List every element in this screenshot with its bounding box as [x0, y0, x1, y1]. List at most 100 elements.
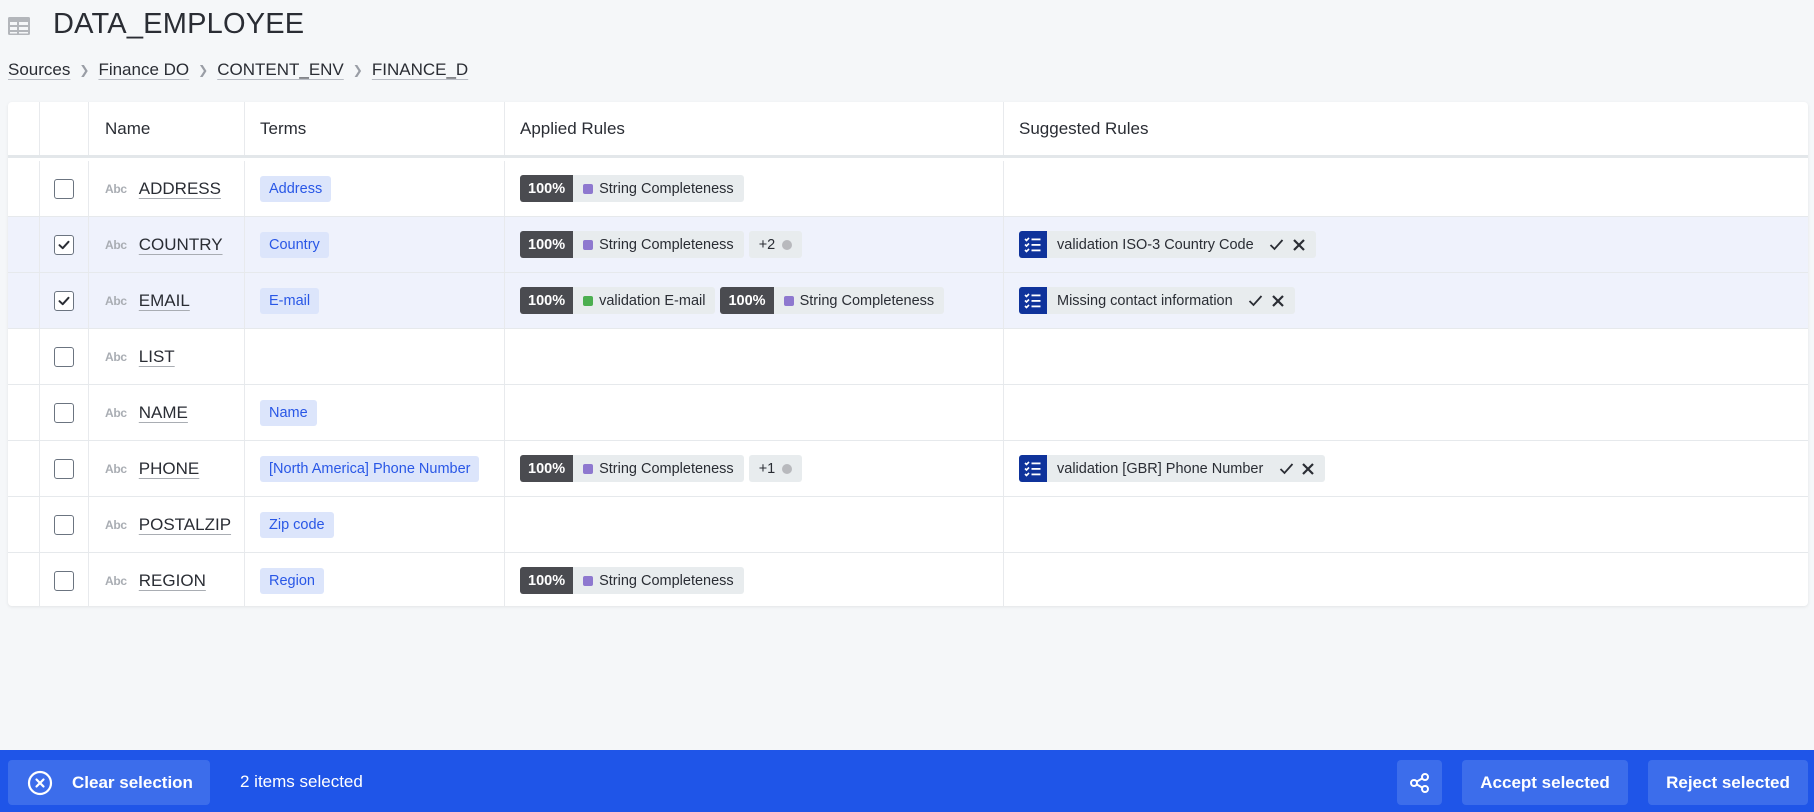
- accept-suggestion-button[interactable]: [1275, 455, 1297, 482]
- table-row[interactable]: Abc PHONE [North America] Phone Number 100%…: [8, 441, 1808, 497]
- accept-suggestion-button[interactable]: [1266, 231, 1288, 258]
- row-select-cell: [40, 553, 89, 606]
- more-rules-chip[interactable]: +2: [748, 231, 803, 258]
- applied-rule-chip[interactable]: 100% String Completeness: [520, 231, 744, 258]
- row-checkbox[interactable]: [54, 514, 74, 535]
- row-checkbox[interactable]: [54, 178, 74, 199]
- row-checkbox[interactable]: [54, 290, 74, 311]
- row-checkbox[interactable]: [54, 346, 74, 367]
- header-applied-rules[interactable]: Applied Rules: [505, 102, 1004, 155]
- name-cell: Abc LIST: [89, 329, 245, 384]
- rule-name-wrap: String Completeness: [573, 455, 744, 482]
- column-name-link[interactable]: COUNTRY: [139, 235, 223, 255]
- reject-suggestion-button[interactable]: [1267, 287, 1289, 314]
- share-button[interactable]: [1397, 760, 1442, 805]
- terms-cell: Name: [245, 385, 505, 440]
- share-icon: [1409, 772, 1429, 793]
- header-terms[interactable]: Terms: [245, 102, 505, 155]
- term-tag[interactable]: E-mail: [260, 287, 320, 314]
- reject-suggestion-button[interactable]: [1288, 231, 1310, 258]
- chevron-right-icon: ❯: [198, 63, 209, 77]
- applied-rule-chip[interactable]: 100% String Completeness: [520, 175, 744, 202]
- string-type-icon: Abc: [105, 461, 127, 476]
- table-row[interactable]: Abc COUNTRY Country 100% String Completeness…: [8, 217, 1808, 273]
- term-tag[interactable]: Country: [260, 231, 329, 258]
- column-name-link[interactable]: POSTALZIP: [139, 515, 231, 535]
- column-name-link[interactable]: NAME: [139, 403, 188, 423]
- column-name-link[interactable]: PHONE: [139, 459, 199, 479]
- suggested-rules-cell: [1004, 329, 1808, 384]
- table-row[interactable]: Abc EMAIL E-mail 100% validation E-mail 100% S…: [8, 273, 1808, 329]
- applied-rule-chip[interactable]: 100% String Completeness: [720, 287, 945, 314]
- term-tag[interactable]: [North America] Phone Number: [260, 455, 480, 482]
- terms-cell: Country: [245, 217, 505, 272]
- term-tag[interactable]: Region: [260, 567, 324, 594]
- column-name-link[interactable]: REGION: [139, 571, 206, 591]
- header-spacer: [8, 102, 40, 155]
- column-name-link[interactable]: ADDRESS: [139, 179, 221, 199]
- suggested-rule-name[interactable]: Missing contact information: [1047, 287, 1245, 314]
- table-row[interactable]: Abc LIST: [8, 329, 1808, 385]
- reject-selected-button[interactable]: Reject selected: [1648, 760, 1808, 805]
- row-select-cell: [40, 273, 89, 328]
- accept-suggestion-button[interactable]: [1245, 287, 1267, 314]
- suggested-rules-cell: validation [GBR] Phone Number: [1004, 441, 1808, 496]
- row-checkbox[interactable]: [54, 570, 74, 591]
- applied-rules-cell: [505, 385, 1004, 440]
- applied-rule-chip[interactable]: 100% validation E-mail: [520, 287, 716, 314]
- rule-score: 100%: [520, 567, 574, 594]
- row-spacer: [8, 161, 40, 216]
- row-checkbox[interactable]: [54, 402, 74, 423]
- breadcrumb: Sources ❯ Finance DO ❯ CONTENT_ENV ❯ FIN…: [8, 60, 468, 80]
- applied-rules-cell: 100% String Completeness: [505, 553, 1004, 606]
- name-cell: Abc REGION: [89, 553, 245, 606]
- breadcrumb-finance-d[interactable]: FINANCE_D: [372, 60, 468, 80]
- reject-suggestion-button[interactable]: [1297, 455, 1319, 482]
- terms-cell: Address: [245, 161, 505, 216]
- applied-rules-cell: 100% String Completeness +1: [505, 441, 1004, 496]
- name-cell: Abc ADDRESS: [89, 161, 245, 216]
- rule-name-wrap: String Completeness: [773, 287, 945, 314]
- accept-selected-button[interactable]: Accept selected: [1462, 760, 1628, 805]
- term-tag[interactable]: Name: [260, 399, 317, 426]
- rule-name: validation E-mail: [599, 292, 706, 309]
- applied-rules-cell: 100% validation E-mail 100% String Complete…: [505, 273, 1004, 328]
- name-cell: Abc EMAIL: [89, 273, 245, 328]
- selected-count: 2 items selected: [240, 772, 363, 791]
- header-name[interactable]: Name: [89, 102, 245, 155]
- header-suggested-rules[interactable]: Suggested Rules: [1004, 102, 1808, 155]
- row-select-cell: [40, 385, 89, 440]
- clear-selection-button[interactable]: Clear selection: [8, 760, 210, 805]
- term-tag[interactable]: Address: [260, 175, 332, 202]
- row-spacer: [8, 497, 40, 552]
- table-row[interactable]: Abc REGION Region 100% String Completeness: [8, 553, 1808, 606]
- suggested-rule-name[interactable]: validation ISO-3 Country Code: [1047, 231, 1266, 258]
- table-row[interactable]: Abc NAME Name: [8, 385, 1808, 441]
- applied-rule-chip[interactable]: 100% String Completeness: [520, 567, 744, 594]
- name-cell: Abc PHONE: [89, 441, 245, 496]
- breadcrumb-finance-do[interactable]: Finance DO: [98, 60, 189, 80]
- table-row[interactable]: Abc POSTALZIP Zip code: [8, 497, 1808, 553]
- applied-rules-cell: [505, 497, 1004, 552]
- rule-dimension-dot: [583, 239, 594, 250]
- check-icon: [1248, 294, 1263, 307]
- row-checkbox[interactable]: [54, 234, 74, 255]
- row-select-cell: [40, 329, 89, 384]
- row-select-cell: [40, 441, 89, 496]
- table-row[interactable]: Abc ADDRESS Address 100% String Completeness: [8, 161, 1808, 217]
- column-name-link[interactable]: EMAIL: [139, 291, 190, 311]
- rule-name: String Completeness: [599, 180, 734, 197]
- column-name-link[interactable]: LIST: [139, 347, 175, 367]
- applied-rules-cell: [505, 329, 1004, 384]
- applied-rules-cell: 100% String Completeness +2: [505, 217, 1004, 272]
- row-checkbox[interactable]: [54, 458, 74, 479]
- rule-dimension-dot: [783, 295, 794, 306]
- breadcrumb-sources[interactable]: Sources: [8, 60, 70, 80]
- suggested-rules-cell: Missing contact information: [1004, 273, 1808, 328]
- rule-name-wrap: String Completeness: [573, 175, 744, 202]
- suggested-rule-name[interactable]: validation [GBR] Phone Number: [1047, 455, 1275, 482]
- more-rules-chip[interactable]: +1: [748, 455, 803, 482]
- applied-rule-chip[interactable]: 100% String Completeness: [520, 455, 744, 482]
- term-tag[interactable]: Zip code: [260, 511, 334, 538]
- breadcrumb-content-env[interactable]: CONTENT_ENV: [217, 60, 344, 80]
